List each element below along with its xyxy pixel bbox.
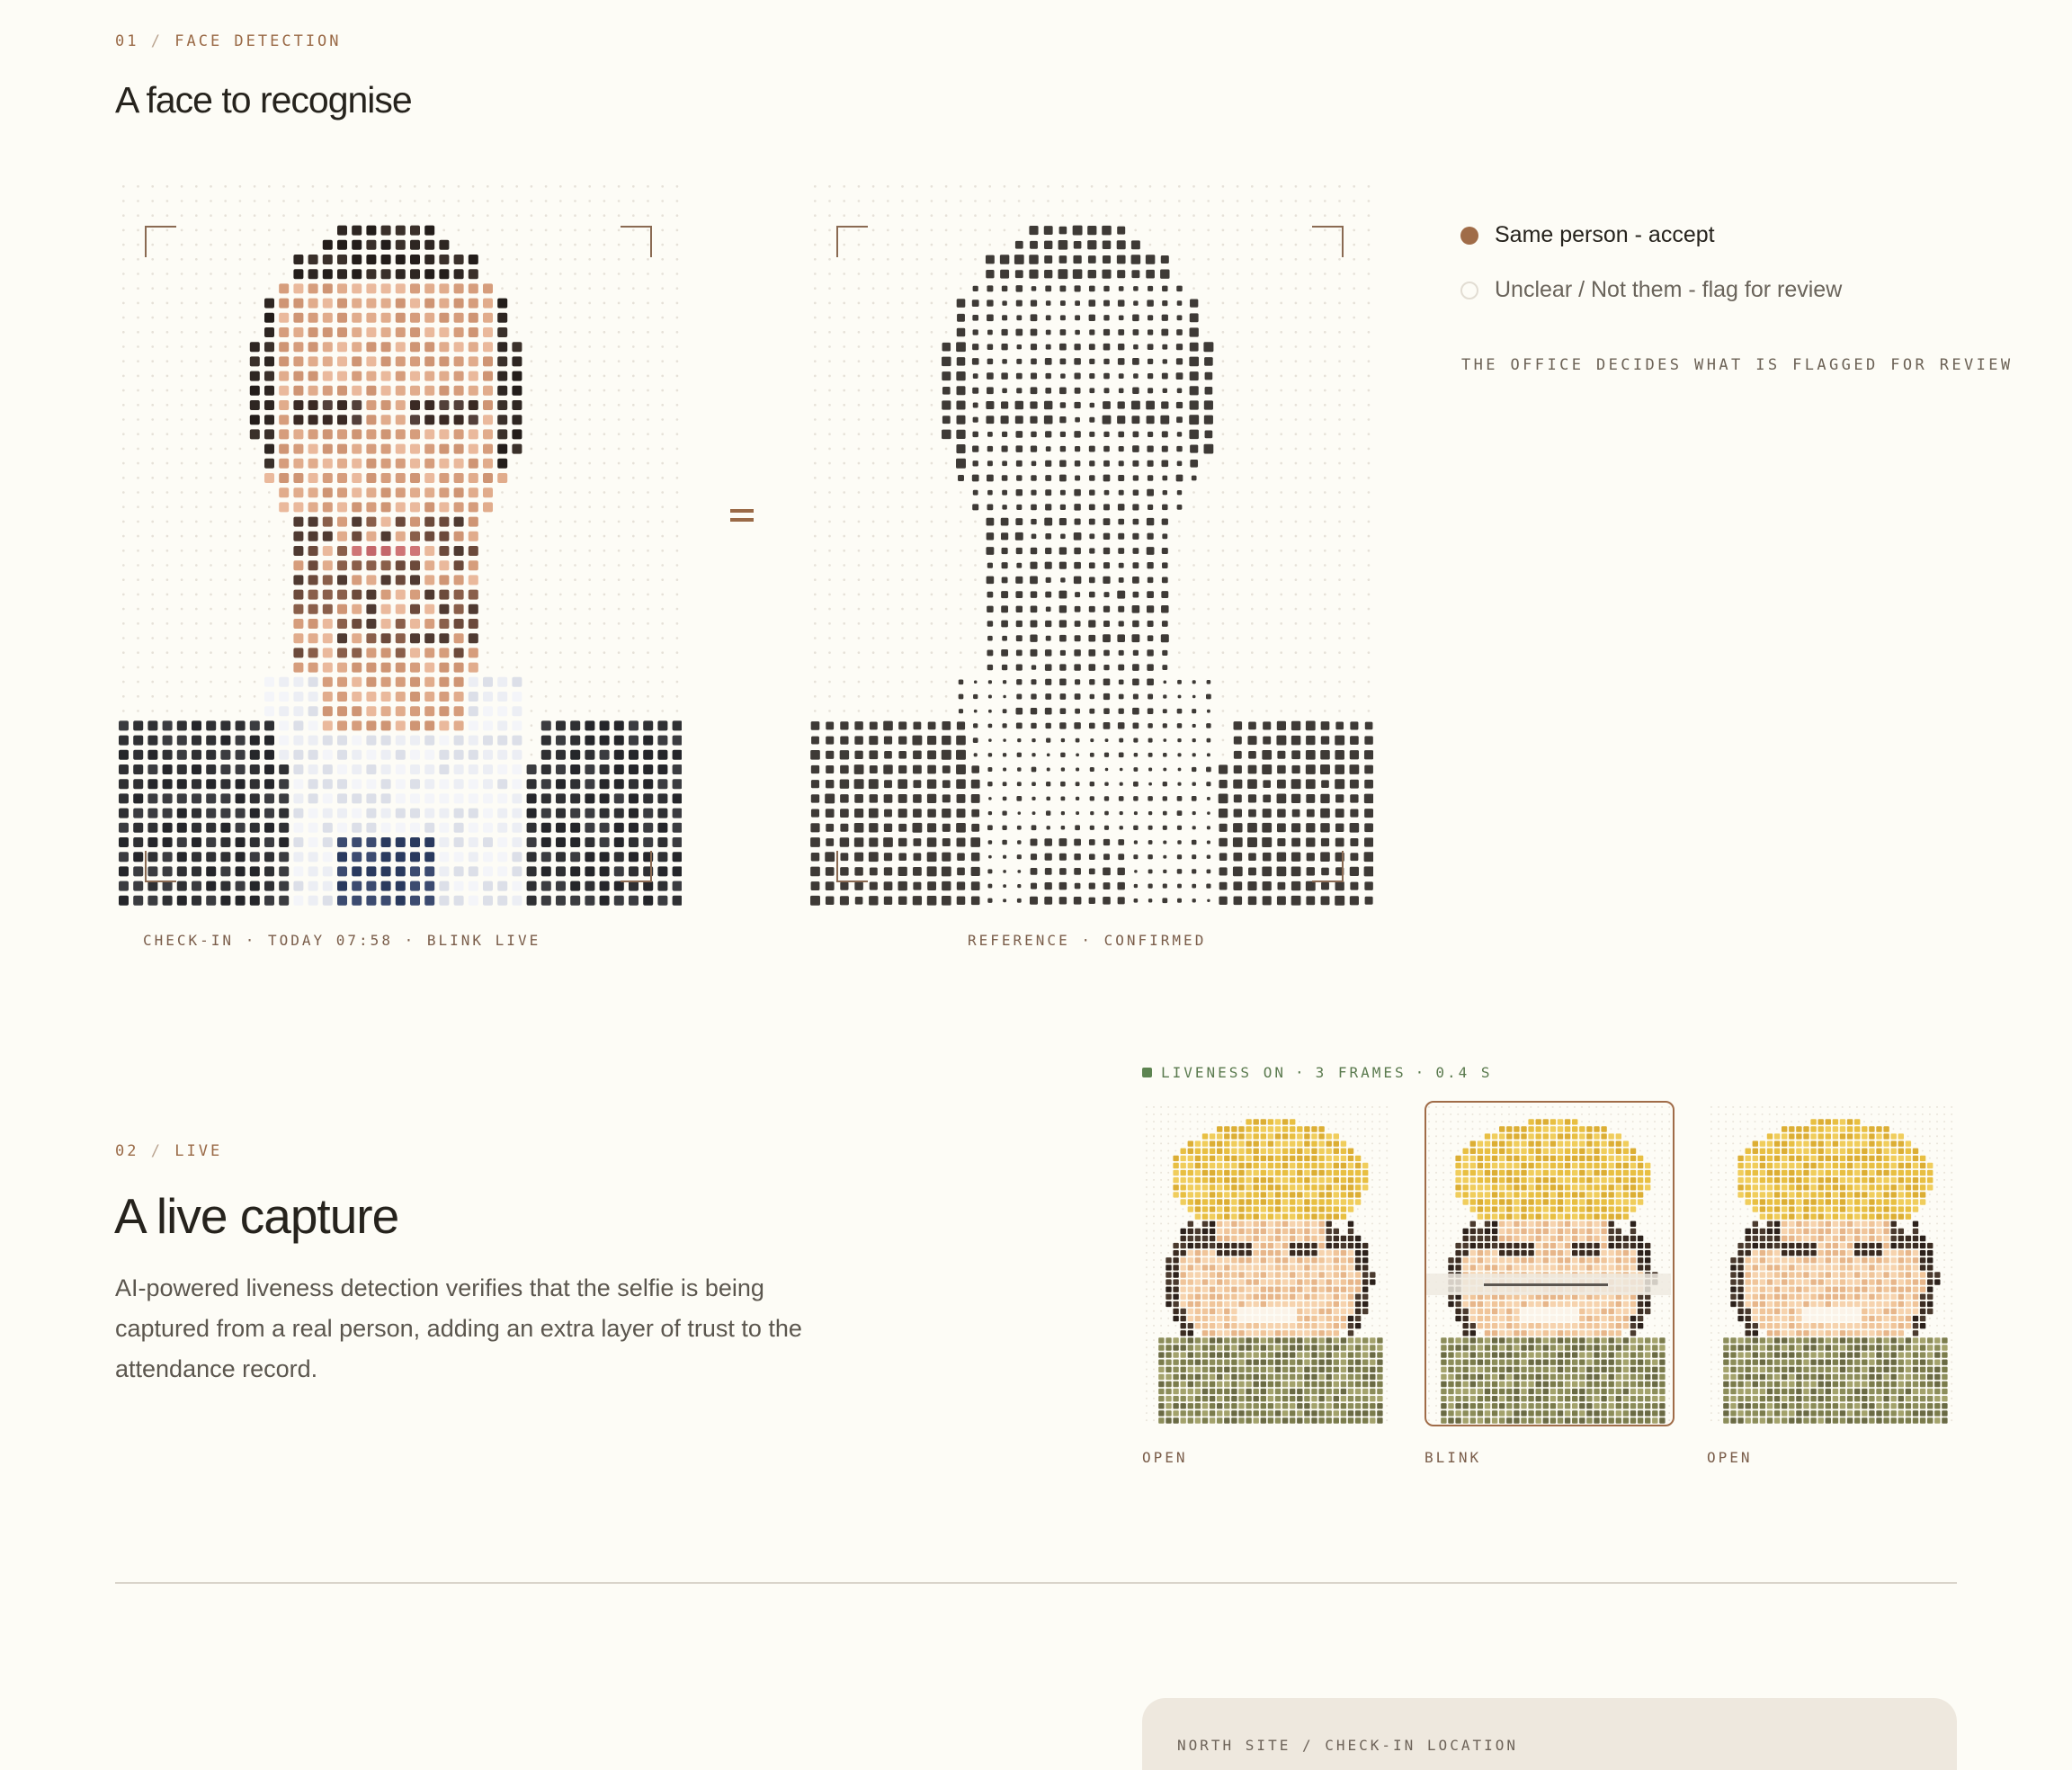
review-note: THE OFFICE DECIDES WHAT IS FLAGGED FOR R… xyxy=(1461,356,2014,374)
radio-selected-icon[interactable] xyxy=(1460,226,1478,245)
reference-photo xyxy=(807,174,1373,908)
liveness-frame-mosaic xyxy=(1710,1106,1953,1424)
liveness-status: LIVENESS ON · 3 FRAMES · 0.4 S xyxy=(1142,1064,1492,1081)
section-number: 01 xyxy=(115,32,139,50)
caption-part: BLINK LIVE xyxy=(426,932,541,949)
checkin-photo xyxy=(115,174,682,908)
liveness-frame-mosaic xyxy=(1428,1106,1671,1424)
option-flag-label: Unclear / Not them - flag for review xyxy=(1495,277,1843,302)
option-flag-review[interactable]: Unclear / Not them - flag for review xyxy=(1460,277,1842,303)
caption-part: CHECK-IN xyxy=(143,932,235,949)
liveness-frame-2[interactable] xyxy=(1424,1101,1673,1425)
section-title: A live capture xyxy=(114,1188,399,1244)
caption-dot: · xyxy=(245,932,257,949)
liveness-dot: · xyxy=(1415,1064,1427,1081)
reference-caption: REFERENCE · CONFIRMED xyxy=(968,932,1206,949)
checkin-caption: CHECK-IN · TODAY 07:58 · BLINK LIVE xyxy=(143,932,540,949)
caption-part: CONFIRMED xyxy=(1103,932,1207,949)
option-accept[interactable]: Same person - accept xyxy=(1460,222,1715,248)
equals-bar-bottom xyxy=(730,518,754,522)
section-separator: / xyxy=(150,1142,163,1160)
corner-bracket xyxy=(145,226,176,257)
section-separator: / xyxy=(150,32,163,50)
liveness-dot: · xyxy=(1294,1064,1307,1081)
equals-icon xyxy=(730,509,754,527)
caption-dot: · xyxy=(1081,932,1093,949)
location-card xyxy=(1142,1698,1957,1770)
location-label: NORTH SITE / CHECK-IN LOCATION xyxy=(1177,1737,1518,1754)
reference-face-mosaic xyxy=(810,185,1373,906)
checkin-face-mosaic xyxy=(119,185,682,906)
liveness-part: 3 FRAMES xyxy=(1315,1064,1407,1081)
liveness-part: LIVENESS ON xyxy=(1161,1064,1286,1081)
section-title: A face to recognise xyxy=(115,79,413,121)
section-divider xyxy=(115,1582,1957,1584)
blink-scan-line xyxy=(1484,1283,1608,1286)
corner-bracket xyxy=(621,226,652,257)
caption-part: TODAY 07:58 xyxy=(267,932,393,949)
liveness-frame-mosaic xyxy=(1146,1106,1389,1424)
liveness-frame-3[interactable] xyxy=(1707,1101,1955,1425)
section-eyebrow-live: 02 / LIVE xyxy=(115,1142,222,1160)
section-number: 02 xyxy=(115,1142,139,1160)
section-description: AI-powered liveness detection verifies t… xyxy=(115,1274,802,1382)
corner-bracket xyxy=(1312,226,1344,257)
frame-label: OPEN xyxy=(1142,1449,1188,1466)
radio-unselected-icon[interactable] xyxy=(1460,281,1478,299)
equals-bar-top xyxy=(730,509,754,513)
section-label: FACE DETECTION xyxy=(174,32,342,50)
section-label: LIVE xyxy=(174,1142,223,1160)
liveness-part: 0.4 S xyxy=(1435,1064,1493,1081)
frame-label: OPEN xyxy=(1707,1449,1753,1466)
caption-dot: · xyxy=(404,932,416,949)
frame-label: BLINK xyxy=(1424,1449,1482,1466)
caption-part: REFERENCE xyxy=(968,932,1070,949)
corner-bracket xyxy=(836,226,868,257)
section-eyebrow-face-detection: 01 / FACE DETECTION xyxy=(115,32,342,50)
live-indicator-icon xyxy=(1142,1068,1152,1077)
liveness-frame-1[interactable] xyxy=(1142,1101,1390,1425)
option-accept-label: Same person - accept xyxy=(1495,222,1715,247)
